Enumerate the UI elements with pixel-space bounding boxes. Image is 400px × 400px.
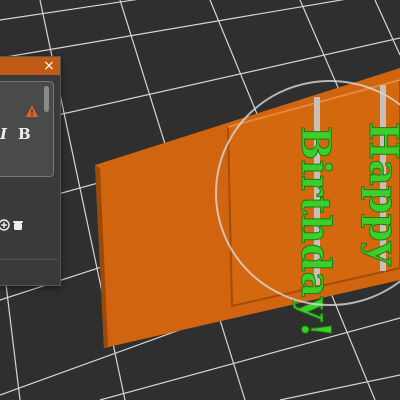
italic-button[interactable]: I [0,125,7,143]
panel-divider [0,259,58,260]
warning-icon [26,105,38,117]
close-icon[interactable]: × [42,57,56,75]
bold-button[interactable]: B [18,125,31,143]
add-icon[interactable] [0,219,10,231]
text-tool-panel: × I B [0,56,61,286]
birthday-sign-model[interactable]: Birthday! Happy [95,68,400,348]
text-word-top[interactable]: Happy [360,122,400,268]
delete-icon[interactable] [12,219,24,231]
text-word-bottom[interactable]: Birthday! [292,126,340,339]
preview-scrollbar[interactable] [44,86,49,112]
panel-titlebar: × [0,57,60,75]
